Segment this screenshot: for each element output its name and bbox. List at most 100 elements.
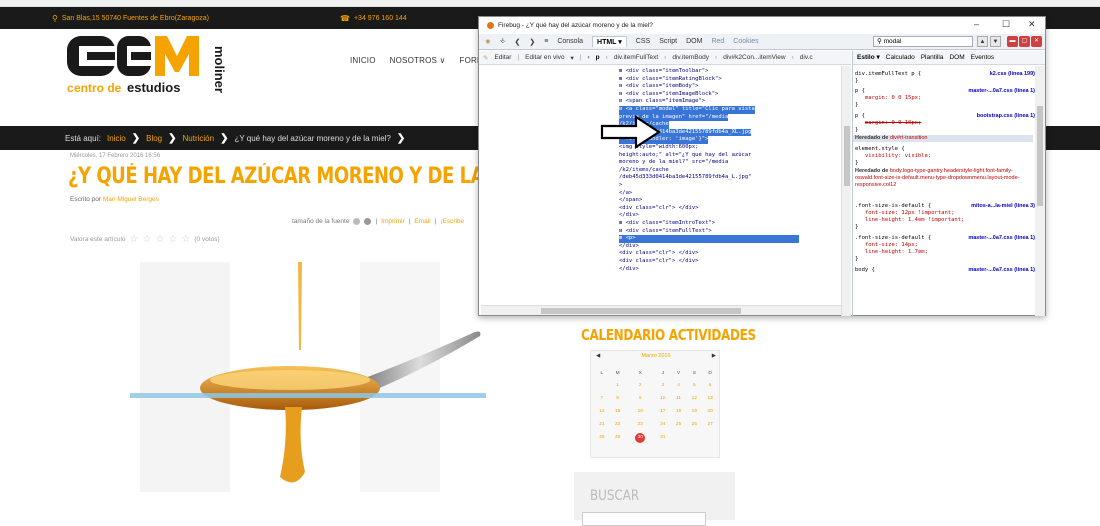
calendar-day[interactable]: 6 [702, 379, 718, 392]
crumb-p[interactable]: p [596, 54, 600, 61]
style-property-overridden[interactable]: margin: 0 0 10px; [865, 120, 921, 127]
calendar-day[interactable]: 20 [702, 405, 718, 418]
calendar-next-icon[interactable]: ▶ [712, 353, 716, 359]
star-icon[interactable]: ☆ [130, 234, 139, 245]
breadcrumb-blog[interactable]: Blog [146, 134, 162, 143]
calendar-day[interactable]: 28 [594, 431, 610, 444]
tab-calculado[interactable]: Calculado [886, 54, 915, 61]
calendar-day[interactable]: 3 [655, 379, 671, 392]
edit-button[interactable]: Editar [494, 54, 511, 61]
calendar-day[interactable]: 17 [655, 405, 671, 418]
html-tree-node[interactable]: /deb45d333d0414ba3de42155789fdb4a_L.jpg" [619, 174, 751, 182]
crumb-k2container[interactable]: div#k2Con...itemView [723, 54, 785, 61]
html-tree-node[interactable]: ⊟ <div class="itemImageBlock"> [619, 91, 718, 99]
author-link[interactable]: Mari Miguel Berges [103, 196, 159, 203]
style-rule-source[interactable]: mitos-a...la-miel (línea 3) [971, 203, 1035, 210]
search-prev-icon[interactable]: ▲ [977, 36, 988, 47]
style-property[interactable]: font-size: 12px !important; [865, 210, 954, 217]
star-icon[interactable]: ☆ [155, 234, 164, 245]
html-tree-node[interactable]: moreno y de la miel?" src="/media [619, 159, 728, 167]
html-tree-node[interactable]: <div class="clr"> </div> [619, 258, 698, 266]
horizontal-scrollbar[interactable] [481, 305, 841, 315]
style-rule-source[interactable]: master-...0a7.css (línea 1) [968, 267, 1035, 274]
html-tree-node[interactable]: > [619, 182, 622, 190]
tab-dom-side[interactable]: DOM [949, 54, 964, 61]
html-tree-node[interactable]: </div> [619, 266, 639, 274]
breadcrumb-inicio[interactable]: Inicio [107, 134, 126, 143]
vertical-scrollbar[interactable] [841, 66, 851, 316]
tab-eventos[interactable]: Eventos [971, 54, 995, 61]
html-tree-node[interactable]: </div> [619, 243, 639, 251]
firebug-search-input[interactable]: ⚲ modal [873, 36, 973, 47]
html-tree-node[interactable]: ⊟ <div class="itemFullText"> [619, 228, 712, 236]
minimize-icon[interactable]: – [974, 19, 979, 29]
style-property[interactable]: margin: 0 0 15px; [865, 95, 921, 102]
tab-css[interactable]: CSS [636, 38, 650, 45]
tab-cookies[interactable]: Cookies [733, 38, 758, 45]
star-icon[interactable]: ☆ [181, 234, 190, 245]
command-line-icon[interactable]: ≡ [544, 38, 548, 45]
calendar-day[interactable]: 26 [686, 418, 702, 431]
email-link[interactable]: Email [414, 218, 430, 225]
html-tree-node[interactable]: ⊞ <div class="itemToolbar"> [619, 68, 708, 76]
html-tree-node[interactable]: ⊞ <div class="itemRatingBlock"> [619, 76, 722, 84]
html-tree-node[interactable]: ⊟ <a class="modal" title="Clic para vist… [619, 106, 755, 114]
calendar-day[interactable]: 11 [671, 392, 687, 405]
tab-html[interactable]: HTML ▾ [592, 36, 627, 47]
tab-script[interactable]: Script [659, 38, 677, 45]
html-tree-node[interactable]: </div> [619, 212, 639, 220]
search-next-icon[interactable]: ▼ [990, 36, 1001, 47]
phone-text[interactable]: +34 976 160 144 [354, 15, 407, 22]
style-property[interactable]: line-height: 1.7em; [865, 249, 928, 256]
style-rule-source[interactable]: master-...0a7.css (línea 1) [968, 88, 1035, 95]
calendar-day[interactable]: 25 [671, 418, 687, 431]
scroll-thumb[interactable] [1037, 106, 1043, 206]
calendar-day[interactable]: 21 [594, 418, 610, 431]
calendar-day[interactable]: 27 [702, 418, 718, 431]
inspect-icon[interactable]: ⎀ [500, 38, 506, 46]
html-tree-node[interactable]: <div class="clr"> </div> [619, 250, 698, 258]
calendar-day[interactable]: 7 [594, 392, 610, 405]
site-logo[interactable]: c entro de estudios moliner [65, 36, 235, 96]
html-tree-node[interactable]: /k2/items/cache [619, 167, 669, 175]
back-icon[interactable]: ❮ [514, 38, 520, 46]
crumb-itembody[interactable]: div.itemBody [672, 54, 709, 61]
detach-icon[interactable]: ▢ [1019, 36, 1030, 47]
html-tree-node[interactable]: ⊞ <p> [619, 235, 799, 243]
calendar-day[interactable]: 15 [610, 405, 626, 418]
firebug-menu-icon[interactable]: ✹ [485, 38, 491, 46]
article-image[interactable] [120, 262, 490, 502]
html-tree-node[interactable]: <div class="clr"> </div> [619, 205, 698, 213]
forward-icon[interactable]: ❯ [529, 38, 535, 46]
style-rule-source[interactable]: k2.css (línea 199) [990, 71, 1035, 78]
tab-dom[interactable]: DOM [686, 38, 702, 45]
breadcrumb-nutricion[interactable]: Nutrición [183, 134, 215, 143]
calendar-day[interactable]: 22 [610, 418, 626, 431]
dropdown-icon[interactable]: ▾ [571, 54, 574, 62]
html-tree-node[interactable]: </a> [619, 190, 632, 198]
html-tree-node[interactable]: ⊞ <div class="itemIntroText"> [619, 220, 715, 228]
calendar-day[interactable]: 23 [626, 418, 655, 431]
tab-consola[interactable]: Consola [557, 38, 583, 45]
close-icon[interactable]: ✕ [1028, 19, 1036, 30]
calendar-day[interactable]: 2 [626, 379, 655, 392]
html-tree-node[interactable]: ⊟ <div class="itemBody"> [619, 83, 698, 91]
calendar-day[interactable]: 12 [686, 392, 702, 405]
crumb-divc[interactable]: div.c [800, 54, 813, 61]
star-icon[interactable]: ☆ [168, 234, 177, 245]
live-edit-button[interactable]: Editar en vivo [525, 54, 564, 61]
style-scrollbar[interactable] [1035, 66, 1045, 316]
comment-link[interactable]: ¡Escribe [440, 218, 464, 225]
font-increase-button[interactable] [364, 218, 372, 225]
maximize-icon[interactable]: ☐ [1002, 19, 1010, 30]
style-rule-source[interactable]: master-...0a7.css (línea 1) [968, 235, 1035, 242]
calendar-day[interactable]: 19 [686, 405, 702, 418]
tab-red[interactable]: Red [711, 38, 724, 45]
html-tree-node[interactable]: </span> [619, 197, 642, 205]
calendar-day[interactable]: 29 [610, 431, 626, 444]
minimize-firebug-icon[interactable]: ▬ [1007, 36, 1018, 47]
nav-item-inicio[interactable]: INICIO [350, 56, 376, 65]
print-link[interactable]: Imprimir [381, 218, 404, 225]
calendar-day[interactable]: 30 [626, 431, 655, 444]
style-rule-source[interactable]: bootstrap.css (línea 1) [977, 113, 1035, 120]
